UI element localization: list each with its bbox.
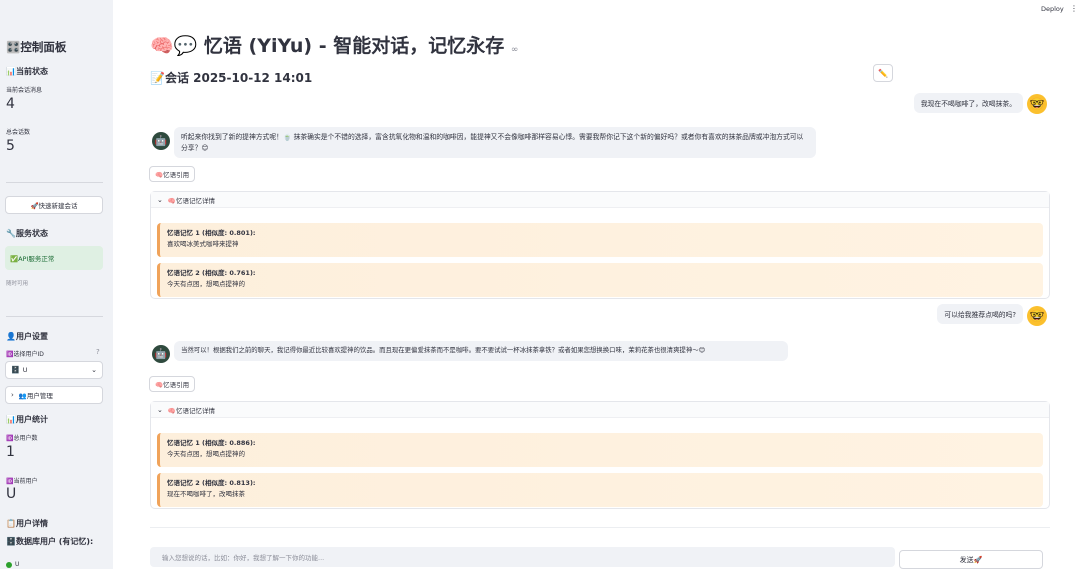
user-avatar-icon: 🤓 (1027, 306, 1047, 326)
memory-card-title: 忆语记忆 2 (相似度: 0.813): (167, 479, 256, 487)
total-users-value: 1 (6, 444, 15, 460)
send-button[interactable]: 发送🚀 (899, 550, 1043, 569)
status-dot-icon (6, 561, 12, 568)
page-title: 🧠💬 忆语 (YiYu) - 智能对话，记忆永存 ∞ (150, 31, 518, 58)
select-user-label: 🆔选择用户ID (6, 351, 44, 358)
memory-card-text: 今天有点困，想喝点提神的 (167, 279, 245, 288)
db-user-item: U (6, 561, 19, 568)
memory-details-label: 🧠忆语记忆详情 (167, 406, 215, 415)
total-sessions-label: 总会话数 (6, 129, 31, 136)
assistant-message: 听起来你找到了新的提神方式呢！🍵 抹茶确实是个不错的选择，富含抗氧化物和温和的咖… (174, 127, 816, 159)
memory-card-title: 忆语记忆 2 (相似度: 0.761): (167, 269, 256, 277)
sidebar: 🎛️控制面板 📊当前状态 当前会话消息 4 总会话数 5 🚀快速新建会话 🔧服务… (0, 0, 113, 569)
user-management-expander[interactable]: › 👥用户管理 (5, 386, 103, 404)
memory-details-header[interactable]: ⌄ 🧠忆语记忆详情 (151, 402, 1049, 418)
user-icon: 🗄️ (11, 366, 20, 374)
user-message: 我现在不喝咖啡了，改喝抹茶。 (913, 93, 1023, 113)
memory-card: 忆语记忆 1 (相似度: 0.886): 今天有点困，想喝点提神的 (157, 433, 1043, 467)
memory-details-expander: ⌄ 🧠忆语记忆详情 忆语记忆 1 (相似度: 0.886): 今天有点困，想喝点… (150, 401, 1050, 509)
current-user-value: U (6, 486, 17, 502)
session-messages-label: 当前会话消息 (6, 87, 43, 94)
service-status-heading: 🔧服务状态 (6, 229, 48, 238)
edit-session-button[interactable]: ✏️ (873, 64, 893, 82)
chevron-down-icon: ⌄ (157, 405, 163, 414)
assistant-avatar-icon: 🤖 (152, 345, 170, 363)
chevron-right-icon: › (11, 391, 14, 399)
current-user-label: 🆔当前用户 (6, 478, 38, 485)
user-message: 可以给我推荐点喝的吗? (937, 304, 1023, 324)
help-icon[interactable]: ? (96, 348, 100, 356)
chevron-down-icon: ⌄ (157, 195, 163, 204)
memory-details-expander: ⌄ 🧠忆语记忆详情 忆语记忆 1 (相似度: 0.801): 喜欢喝冰美式咖啡来… (150, 191, 1050, 299)
memory-details-label: 🧠忆语记忆详情 (167, 196, 215, 205)
db-user-name: U (15, 561, 20, 568)
session-title: 📝会话 2025-10-12 14:01 (150, 71, 313, 85)
page-title-text: 🧠💬 忆语 (YiYu) - 智能对话，记忆永存 (150, 35, 505, 57)
memory-card: 忆语记忆 2 (相似度: 0.813): 现在不喝咖啡了，改喝抹茶 (157, 473, 1043, 507)
divider (150, 527, 1050, 528)
memory-card-title: 忆语记忆 1 (相似度: 0.801): (167, 229, 256, 237)
new-session-button[interactable]: 🚀快速新建会话 (5, 196, 103, 214)
assistant-avatar-icon: 🤖 (152, 132, 170, 150)
sidebar-divider (6, 182, 103, 183)
chat-input[interactable]: 输入您想说的话，比如：你好，我想了解一下你的功能... (150, 547, 895, 567)
user-details-heading: 📋用户详情 (6, 519, 48, 528)
memory-cite-button[interactable]: 🧠忆语引用 (149, 166, 196, 182)
assistant-message: 当然可以！根据我们之前的聊天，我记得你最近比较喜欢提神的饮品。而且现在更偏爱抹茶… (174, 341, 788, 361)
main-menu-icon[interactable]: ⋮ (1070, 4, 1078, 13)
user-management-label: 👥用户管理 (18, 392, 53, 400)
user-stats-heading: 📊用户统计 (6, 415, 48, 424)
current-status-heading: 📊当前状态 (6, 67, 48, 76)
db-users-heading: 🗄️数据库用户 (有记忆): (6, 537, 94, 546)
sidebar-divider (6, 316, 103, 317)
selected-user-value: U (22, 366, 28, 374)
memory-card-text: 现在不喝咖啡了，改喝抹茶 (167, 489, 245, 498)
deploy-button[interactable]: Deploy (1041, 5, 1064, 13)
available-note: 随时可用 (6, 281, 29, 287)
total-users-label: 🆔总用户数 (6, 435, 38, 442)
memory-card-text: 今天有点困，想喝点提神的 (167, 449, 245, 458)
memory-cite-button[interactable]: 🧠忆语引用 (149, 376, 196, 392)
total-sessions-value: 5 (6, 138, 15, 154)
memory-card: 忆语记忆 1 (相似度: 0.801): 喜欢喝冰美式咖啡来提神 (157, 223, 1043, 257)
chevron-down-icon: ⌄ (91, 366, 97, 374)
memory-card-text: 喜欢喝冰美式咖啡来提神 (167, 239, 239, 248)
user-avatar-icon: 🤓 (1027, 94, 1047, 114)
memory-card: 忆语记忆 2 (相似度: 0.761): 今天有点困，想喝点提神的 (157, 263, 1043, 297)
app-root: 🎛️控制面板 📊当前状态 当前会话消息 4 总会话数 5 🚀快速新建会话 🔧服务… (0, 0, 1080, 569)
session-messages-value: 4 (6, 96, 15, 112)
user-select[interactable]: 🗄️ U ⌄ (5, 361, 103, 379)
memory-details-header[interactable]: ⌄ 🧠忆语记忆详情 (151, 192, 1049, 208)
api-status-badge: ✅API服务正常 (5, 246, 103, 270)
pencil-icon: ✏️ (878, 68, 888, 78)
memory-card-title: 忆语记忆 1 (相似度: 0.886): (167, 439, 256, 447)
anchor-link-icon[interactable]: ∞ (511, 45, 519, 55)
user-settings-heading: 👤用户设置 (6, 332, 48, 341)
sidebar-title: 🎛️控制面板 (6, 40, 67, 54)
